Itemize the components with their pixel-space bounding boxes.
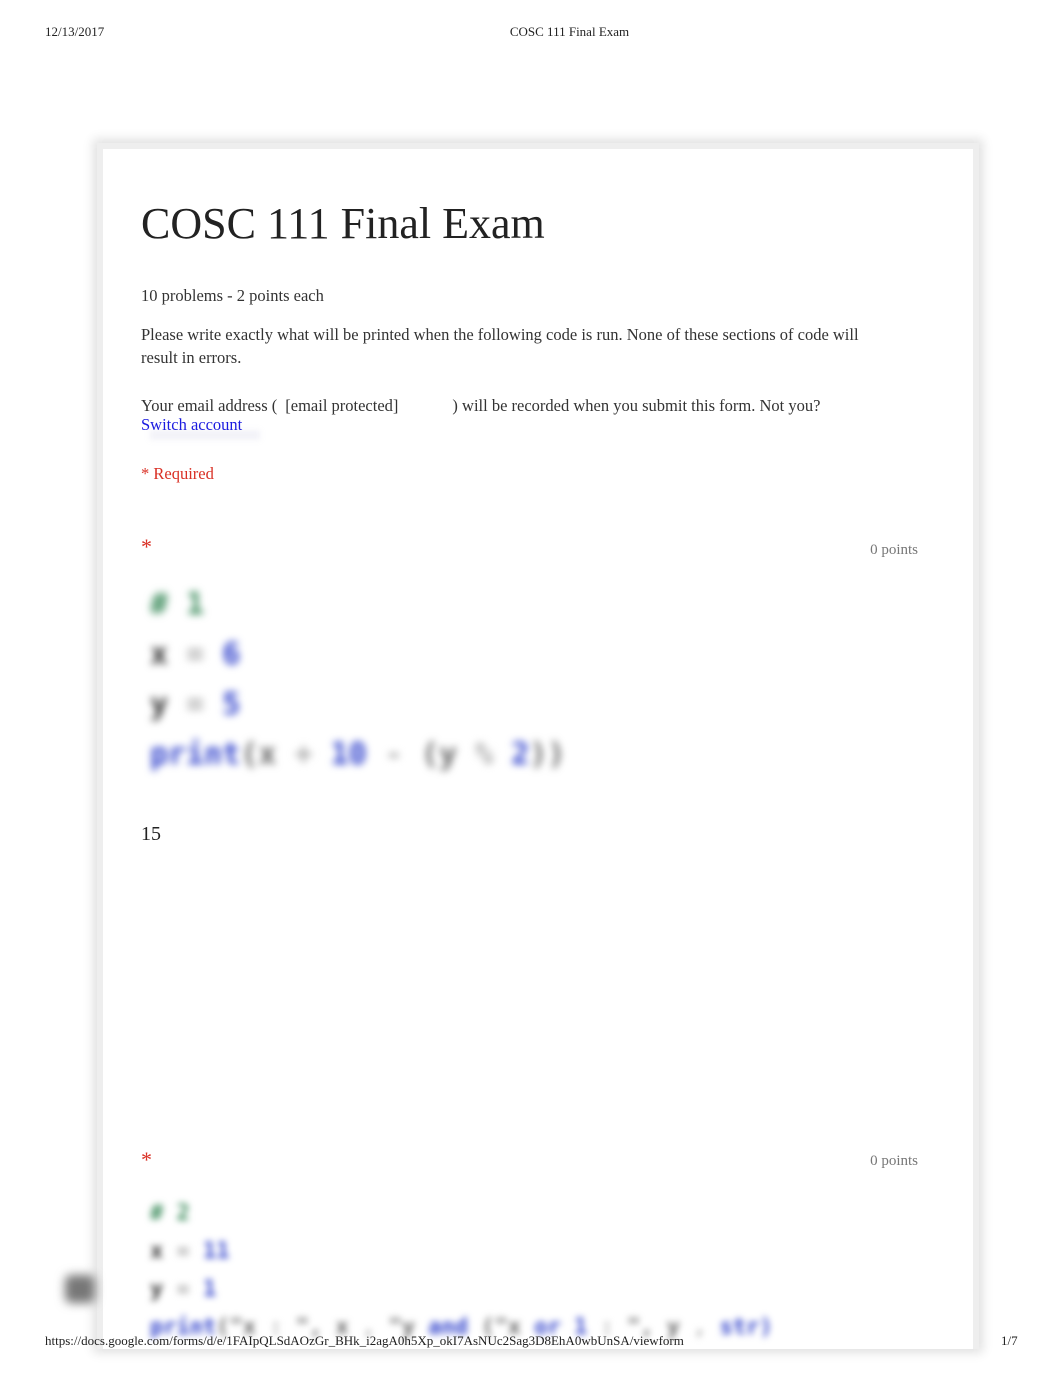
question-2-code-image: # 2x = 11 y = 1 print("x : ", x , "y and (… [150, 1195, 773, 1347]
email-suffix: ) will be recorded when you submit this … [452, 396, 821, 415]
code-token: )) [529, 737, 566, 772]
form-subtitle: 10 problems - 2 points each [141, 286, 324, 305]
print-title: COSC 111 Final Exam [509, 24, 630, 39]
email-notice: Your email address ( [email protected] ) w… [141, 396, 861, 416]
question-1-code-image: # 1x = 6y = 5 print(x + 10 - (y % 2)) [150, 580, 565, 780]
scan-smudge [65, 1275, 95, 1303]
code-token: = [163, 1277, 203, 1302]
code-token: 10 [330, 737, 367, 772]
code-token: y [150, 687, 169, 722]
code-line: y = 5 [150, 680, 565, 730]
form-description: Please write exactly what will be printe… [141, 325, 859, 367]
code-token: % [457, 737, 512, 772]
question-1-answer[interactable]: 15 [141, 823, 161, 846]
code-token: 6 [222, 637, 241, 672]
email-prefix: Your email address ( [141, 396, 278, 415]
code-token: 5 [222, 687, 241, 722]
question-1-required-marker: * [141, 534, 152, 559]
code-line: x = 11 [150, 1233, 773, 1271]
code-token: # 1 [150, 587, 205, 622]
form-title: COSC 111 Final Exam [141, 199, 545, 248]
code-token: = [163, 1239, 203, 1264]
code-token: x [150, 1239, 164, 1264]
code-line: print(x + 10 - (y % 2)) [150, 730, 565, 780]
code-token: = [168, 687, 223, 722]
code-line: # 2 [150, 1195, 773, 1233]
question-2-points: 0 points [870, 1153, 918, 1169]
code-token: y [150, 1277, 164, 1302]
question-1-points: 0 points [870, 542, 918, 558]
code-token: 2 [511, 737, 530, 772]
code-token: str) [719, 1315, 773, 1340]
code-token: + [276, 737, 331, 772]
code-token: print [150, 737, 241, 772]
code-line: x = 6 [150, 630, 565, 680]
code-token: = [168, 637, 223, 672]
code-line: # 1 [150, 580, 565, 630]
code-token: x [150, 637, 169, 672]
code-token: 11 [203, 1239, 230, 1264]
code-token: (x [240, 737, 277, 772]
code-token: # 2 [150, 1201, 190, 1226]
code-line: y = 1 [150, 1271, 773, 1309]
print-page-number: 1/7 [1001, 1333, 1018, 1348]
link-shadow [150, 430, 260, 440]
code-token: 1 [203, 1277, 217, 1302]
required-note: * Required [141, 464, 214, 483]
email-address: [email protected] [285, 396, 399, 415]
print-url: https://docs.google.com/forms/d/e/1FAIpQ… [45, 1333, 684, 1348]
code-token: , [679, 1315, 720, 1340]
code-token: - [366, 737, 421, 772]
question-2-required-marker: * [141, 1147, 152, 1172]
code-token: (y [420, 737, 458, 772]
